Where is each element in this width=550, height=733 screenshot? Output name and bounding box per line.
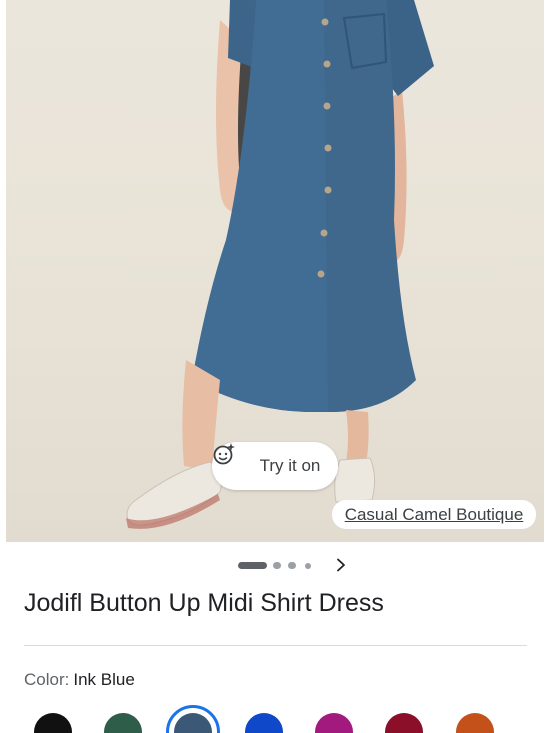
pager-dot[interactable] (288, 562, 296, 569)
product-image[interactable]: Try it on Casual Camel Boutique (6, 0, 544, 542)
pager-dot[interactable] (305, 563, 311, 569)
chevron-right-icon (337, 558, 345, 572)
product-title: Jodifl Button Up Midi Shirt Dress (24, 589, 384, 617)
swatch-rust[interactable] (456, 713, 494, 733)
color-label: Color: (24, 670, 70, 689)
swatch-magenta[interactable] (315, 713, 353, 733)
pager-dot[interactable] (273, 562, 281, 569)
pager-dot-active[interactable] (238, 562, 267, 569)
color-selection: Color: Ink Blue (24, 670, 135, 690)
merchant-link[interactable]: Casual Camel Boutique (332, 500, 536, 529)
image-pager (0, 553, 550, 575)
swatch-royal-blue[interactable] (245, 713, 283, 733)
selected-color-name: Ink Blue (73, 670, 135, 689)
try-it-on-label: Try it on (259, 456, 321, 475)
swatch-black[interactable] (34, 713, 72, 733)
next-image-button[interactable] (330, 554, 352, 576)
divider (24, 645, 527, 646)
swatch-burgundy[interactable] (385, 713, 423, 733)
face-sparkle-icon (213, 443, 254, 478)
swatch-green[interactable] (104, 713, 142, 733)
try-it-on-button[interactable]: Try it on (212, 442, 338, 490)
